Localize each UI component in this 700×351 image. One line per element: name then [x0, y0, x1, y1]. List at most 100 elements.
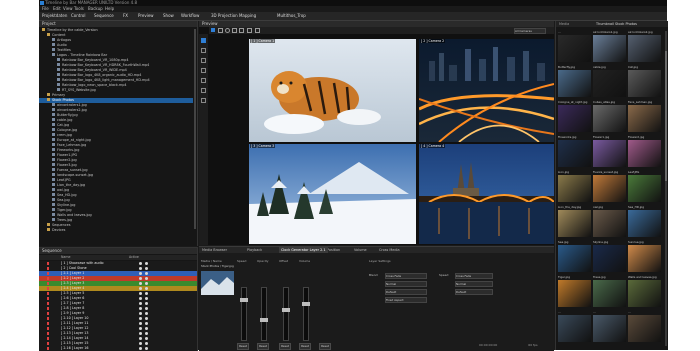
speed-fader[interactable]: [240, 287, 248, 341]
offset-fader-knob[interactable]: [282, 308, 290, 312]
camera-tool-icon[interactable]: [255, 28, 260, 33]
mode-dropdown[interactable]: Normal: [385, 281, 427, 287]
visibility-icon[interactable]: [139, 307, 142, 310]
visibility-icon[interactable]: [139, 267, 142, 270]
volume-fader[interactable]: [302, 287, 310, 341]
speed-fader-knob[interactable]: [240, 298, 248, 302]
lock-icon[interactable]: [145, 342, 148, 345]
thumbnail-item[interactable]: ...: [558, 30, 591, 64]
tab-projektdaten[interactable]: Projektdaten: [42, 13, 67, 19]
lock-icon[interactable]: [145, 262, 148, 265]
tab-sequence[interactable]: Sequence: [94, 13, 114, 19]
lock-icon[interactable]: [145, 307, 148, 310]
tab-control[interactable]: Control: [71, 13, 85, 19]
visibility-icon[interactable]: [139, 337, 142, 340]
tree-item[interactable]: Devices: [39, 228, 193, 233]
hand-icon[interactable]: [201, 48, 206, 53]
tab-workflow[interactable]: Workflow: [181, 13, 199, 19]
tab-clock-generator[interactable]: Clock Generator Layer 2.1: [279, 247, 328, 253]
thumbnail-item[interactable]: Lion_the_day.jpg: [558, 205, 591, 239]
visibility-icon[interactable]: [139, 262, 142, 265]
project-scrollbar[interactable]: [194, 29, 196, 229]
thumbnail-item[interactable]: Tiger.jpg: [558, 275, 591, 309]
camera-2-view[interactable]: [ 2 ] Camera 2: [419, 39, 554, 142]
visibility-icon[interactable]: [139, 342, 142, 345]
move-tool-icon[interactable]: [218, 28, 223, 33]
thumbnail-item[interactable]: cable.jpg: [593, 65, 626, 99]
thumbnail-item[interactable]: Trees.jpg: [593, 275, 626, 309]
lock-icon[interactable]: [145, 297, 148, 300]
lock-icon[interactable]: [145, 287, 148, 290]
thumbnail-item[interactable]: ...: [628, 310, 661, 344]
opacity-fader-knob[interactable]: [260, 318, 268, 322]
lock-icon[interactable]: [145, 277, 148, 280]
reset-button-4[interactable]: Reset: [299, 343, 311, 350]
tab-preview[interactable]: Preview: [138, 13, 154, 19]
reset-button-1[interactable]: Reset: [237, 343, 249, 350]
visibility-icon[interactable]: [139, 327, 142, 330]
thumbnail-item[interactable]: aircontrolers2.jpg: [628, 30, 661, 64]
blend-dropdown[interactable]: Cross Fade: [385, 273, 427, 279]
opacity-fader[interactable]: [260, 287, 268, 341]
offset-fader[interactable]: [282, 287, 290, 341]
volume-fader-knob[interactable]: [302, 302, 310, 306]
thumbnail-item[interactable]: Fireworks.jpg: [558, 135, 591, 169]
reset-button-3[interactable]: Reset: [279, 343, 291, 350]
visibility-icon[interactable]: [139, 317, 142, 320]
tab-playback[interactable]: Playback: [247, 247, 262, 253]
thumbnail-item[interactable]: Walls and leaves.jpg: [628, 275, 661, 309]
grid-tool-icon[interactable]: [239, 28, 244, 33]
thumbnail-item[interactable]: Flower2.jpg: [628, 135, 661, 169]
thumbnail-item[interactable]: Sunrise.jpg: [628, 240, 661, 274]
thumbnail-item[interactable]: Flower1.jpg: [593, 135, 626, 169]
lock-icon[interactable]: [145, 327, 148, 330]
crop-tool-icon[interactable]: [232, 28, 237, 33]
settings-icon[interactable]: [201, 98, 206, 103]
thumbnail-item[interactable]: Sea_HD.jpg: [628, 205, 661, 239]
lock-icon[interactable]: [145, 272, 148, 275]
rotate-icon[interactable]: [201, 58, 206, 63]
tab-show[interactable]: Show: [163, 13, 174, 19]
thumbnail-scrollbar[interactable]: [665, 31, 667, 346]
mode-dropdown-2[interactable]: Normal: [455, 281, 493, 287]
visibility-icon[interactable]: [139, 287, 142, 290]
thumbnail-item[interactable]: Cat.jpg: [628, 65, 661, 99]
thumbnail-tab-stock[interactable]: Thumbnail Stock Photos: [596, 21, 637, 27]
thumbnail-item[interactable]: Skyline.jpg: [593, 240, 626, 274]
scale-icon[interactable]: [201, 68, 206, 73]
tab-media-browser[interactable]: Media Browser: [202, 247, 227, 253]
visibility-icon[interactable]: [139, 312, 142, 315]
select-tool-icon[interactable]: [211, 28, 215, 32]
lock-icon[interactable]: [145, 322, 148, 325]
visibility-icon[interactable]: [139, 282, 142, 285]
thumbnail-item[interactable]: Cubes_atlas.jpg: [593, 100, 626, 134]
tab-cross-media[interactable]: Cross Media: [379, 247, 400, 253]
zoom-tool-icon[interactable]: [225, 28, 230, 33]
thumbnail-item[interactable]: Fuerza_sunset.jpg: [593, 170, 626, 204]
thumbnail-item[interactable]: ...: [593, 310, 626, 344]
visibility-icon[interactable]: [139, 272, 142, 275]
lock-icon[interactable]: [145, 267, 148, 270]
warp-icon[interactable]: [201, 88, 206, 93]
lock-icon[interactable]: [145, 317, 148, 320]
thumbnail-item[interactable]: owl.jpg: [593, 205, 626, 239]
thumbnail-item[interactable]: Butterfly.jpg: [558, 65, 591, 99]
lock-icon[interactable]: [145, 282, 148, 285]
thumbnail-item[interactable]: Leaf.JPG: [628, 170, 661, 204]
aspect-dropdown[interactable]: Fixed Aspect: [385, 297, 427, 303]
thumbnail-item[interactable]: aircontrolers1.jpg: [593, 30, 626, 64]
tab-multithos[interactable]: Multithos_Trop: [277, 13, 306, 19]
tab-position[interactable]: Position: [327, 247, 340, 253]
lock-icon[interactable]: [145, 332, 148, 335]
camera-4-view[interactable]: [ 4 ] Camera 4: [419, 144, 554, 244]
lock-icon[interactable]: [145, 292, 148, 295]
monitor-select[interactable]: All Cameras: [514, 28, 546, 34]
tab-fx[interactable]: FX: [123, 13, 128, 19]
pointer-icon[interactable]: [201, 38, 206, 43]
mask-icon[interactable]: [201, 78, 206, 83]
lock-icon[interactable]: [145, 302, 148, 305]
thumbnail-item[interactable]: Lion.jpg: [558, 170, 591, 204]
visibility-icon[interactable]: [139, 297, 142, 300]
visibility-icon[interactable]: [139, 302, 142, 305]
reset-button-2[interactable]: Reset: [257, 343, 269, 350]
